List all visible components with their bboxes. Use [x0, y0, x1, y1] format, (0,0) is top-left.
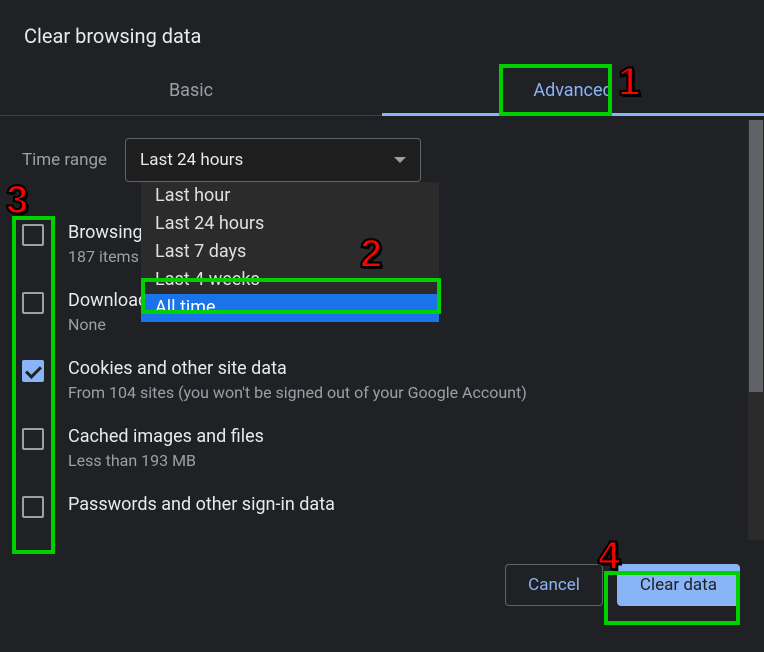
scrollbar-track[interactable] — [748, 120, 764, 540]
cancel-button[interactable]: Cancel — [505, 564, 603, 606]
tab-basic[interactable]: Basic — [0, 66, 382, 115]
cancel-button-label: Cancel — [528, 575, 580, 595]
chevron-down-icon — [394, 157, 406, 163]
dropdown-option[interactable]: Last hour — [141, 182, 439, 210]
checkbox-browsing-history[interactable] — [22, 224, 44, 246]
tab-basic-label: Basic — [169, 80, 213, 101]
item-title: Cached images and files — [68, 426, 264, 447]
clear-data-button[interactable]: Clear data — [617, 564, 740, 606]
tab-advanced[interactable]: Advanced — [382, 66, 764, 115]
dialog-footer: Cancel Clear data — [0, 546, 764, 606]
checkbox-download-history[interactable] — [22, 292, 44, 314]
tabs: Basic Advanced — [0, 66, 764, 116]
list-item[interactable]: Passwords and other sign-in data — [22, 482, 712, 530]
dropdown-option[interactable]: Last 4 weeks — [141, 266, 439, 294]
dialog-title: Clear browsing data — [0, 0, 764, 66]
time-range-dropdown: Last hour Last 24 hours Last 7 days Last… — [141, 182, 439, 322]
time-range-value: Last 24 hours — [140, 150, 243, 170]
time-range-row: Time range Last 24 hours — [22, 138, 712, 182]
checkbox-cookies[interactable] — [22, 360, 44, 382]
checkbox-passwords[interactable] — [22, 496, 44, 518]
dropdown-option[interactable]: Last 7 days — [141, 238, 439, 266]
time-range-label: Time range — [22, 150, 107, 170]
content-area: Time range Last 24 hours Browsing histor… — [0, 116, 764, 546]
tab-advanced-label: Advanced — [533, 80, 612, 101]
item-title: Passwords and other sign-in data — [68, 494, 335, 515]
clear-browsing-data-dialog: Clear browsing data Basic Advanced Time … — [0, 0, 764, 652]
time-range-select[interactable]: Last 24 hours — [125, 138, 421, 182]
list-item[interactable]: Cached images and files Less than 193 MB — [22, 414, 712, 482]
clear-data-button-label: Clear data — [640, 575, 717, 595]
checkbox-cached-images[interactable] — [22, 428, 44, 450]
item-subtitle: Less than 193 MB — [68, 451, 264, 470]
dropdown-option[interactable]: Last 24 hours — [141, 210, 439, 238]
item-title: Cookies and other site data — [68, 358, 527, 379]
scrollable-content: Time range Last 24 hours Browsing histor… — [0, 116, 752, 546]
scrollbar-thumb[interactable] — [749, 120, 763, 392]
dropdown-option-selected[interactable]: All time — [141, 294, 439, 322]
list-item[interactable]: Cookies and other site data From 104 sit… — [22, 346, 712, 414]
item-subtitle: From 104 sites (you won't be signed out … — [68, 383, 527, 402]
